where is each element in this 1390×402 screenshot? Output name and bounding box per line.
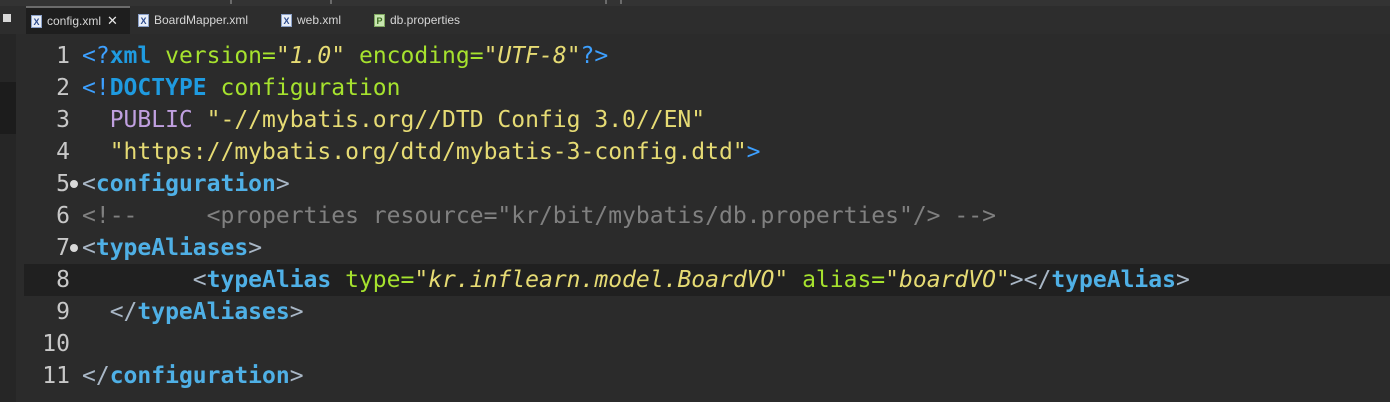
code-line[interactable]: 1 <?xml version="1.0" encoding="UTF-8"?> — [24, 40, 1390, 72]
code-text: <configuration> — [82, 171, 290, 197]
fold-toggle-icon[interactable] — [70, 244, 78, 252]
xml-file-icon: X — [31, 14, 42, 28]
code-line[interactable]: 11 </configuration> — [24, 360, 1390, 392]
line-number: 1 — [56, 43, 70, 69]
code-text: <?xml version="1.0" encoding="UTF-8"?> — [82, 43, 609, 69]
minimize-icon[interactable] — [0, 6, 16, 34]
code-line[interactable]: 9 </typeAliases> — [24, 296, 1390, 328]
code-text: <typeAliases> — [82, 235, 263, 261]
code-text: "https://mybatis.org/dtd/mybatis-3-confi… — [82, 139, 761, 165]
code-line[interactable]: 7 <typeAliases> — [24, 232, 1390, 264]
tab-label: config.xml — [47, 14, 102, 28]
tab-boardmapper-xml[interactable]: X BoardMapper.xml — [138, 6, 268, 34]
toolbar-separator — [605, 0, 607, 4]
toolbar-separator — [330, 0, 332, 4]
code-line[interactable]: 5 <configuration> — [24, 168, 1390, 200]
tab-label: web.xml — [297, 13, 342, 27]
line-number: 6 — [56, 203, 70, 229]
code-text: <!DOCTYPE configuration — [82, 75, 401, 101]
code-text: </configuration> — [82, 363, 304, 389]
line-number: 11 — [42, 363, 70, 389]
code-editor[interactable]: 1 <?xml version="1.0" encoding="UTF-8"?> 2… — [24, 34, 1390, 402]
line-number: 9 — [56, 299, 70, 325]
left-rail — [0, 34, 16, 402]
code-line[interactable]: 2 <!DOCTYPE configuration — [24, 72, 1390, 104]
tab-label: BoardMapper.xml — [154, 13, 249, 27]
code-text: </typeAliases> — [82, 299, 304, 325]
properties-file-icon: P — [374, 13, 385, 27]
line-number: 4 — [56, 139, 70, 165]
line-number: 5 — [56, 171, 70, 197]
toolbar-separator — [230, 0, 232, 4]
code-line[interactable]: 8 <typeAlias type="kr.inflearn.model.Boa… — [24, 264, 1390, 296]
line-number: 8 — [56, 267, 70, 293]
code-text: <!-- <properties resource="kr/bit/mybati… — [82, 203, 996, 229]
line-number: 10 — [42, 331, 70, 357]
code-text: <typeAlias type="kr.inflearn.model.Board… — [82, 267, 1190, 293]
code-line[interactable]: 3 PUBLIC "-//mybatis.org//DTD Config 3.0… — [24, 104, 1390, 136]
tab-config-xml[interactable]: X config.xml ✕ — [26, 6, 130, 34]
fold-toggle-icon[interactable] — [70, 180, 78, 188]
scroll-marker — [0, 82, 16, 134]
code-line[interactable]: 10 — [24, 328, 1390, 360]
xml-file-icon: X — [138, 13, 149, 27]
tab-web-xml[interactable]: X web.xml — [281, 6, 361, 34]
line-number: 7 — [56, 235, 70, 261]
tab-label: db.properties — [390, 13, 461, 27]
tab-db-properties[interactable]: P db.properties — [374, 6, 484, 34]
code-line[interactable]: 6 <!-- <properties resource="kr/bit/mybat… — [24, 200, 1390, 232]
line-number: 3 — [56, 107, 70, 133]
code-text: PUBLIC "-//mybatis.org//DTD Config 3.0//… — [82, 107, 706, 133]
line-number: 2 — [56, 75, 70, 101]
xml-file-icon: X — [281, 13, 292, 27]
code-line[interactable]: 4 "https://mybatis.org/dtd/mybatis-3-con… — [24, 136, 1390, 168]
toolbar-separator — [620, 0, 622, 4]
close-icon[interactable]: ✕ — [107, 13, 118, 29]
editor-tab-bar: X config.xml ✕ X BoardMapper.xml X web.x… — [0, 0, 1390, 34]
